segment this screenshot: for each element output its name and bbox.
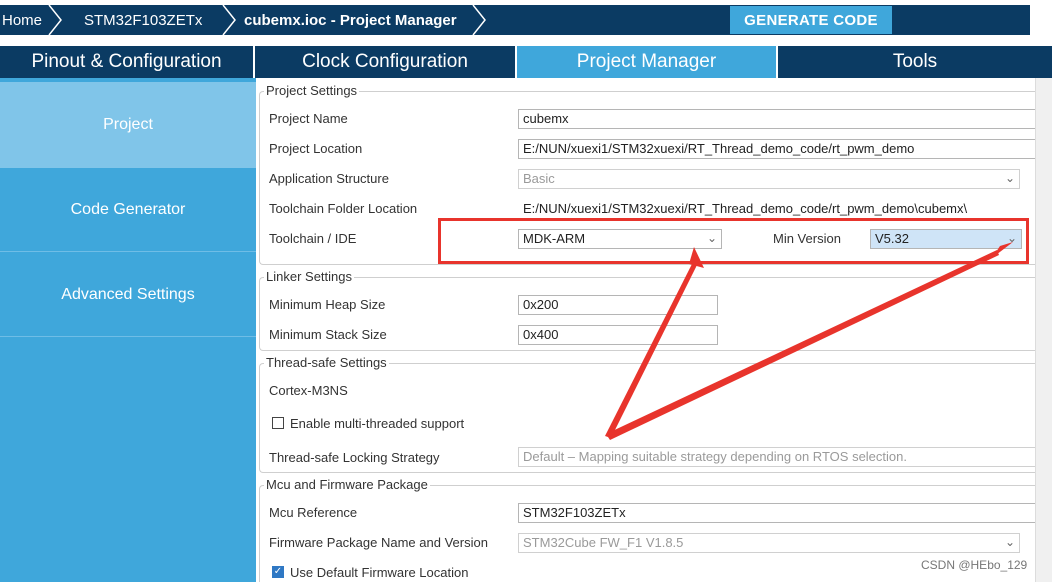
application-structure-select[interactable]: Basic ⌄ bbox=[518, 169, 1020, 189]
project-name-field[interactable]: cubemx bbox=[518, 109, 1048, 129]
sidebar-item-advanced-settings[interactable]: Advanced Settings bbox=[0, 253, 256, 337]
annotation-highlight-box bbox=[438, 218, 1029, 264]
toolchain-folder-value: E:/NUN/xuexi1/STM32xuexi/RT_Thread_demo_… bbox=[518, 199, 1048, 219]
vertical-scrollbar[interactable] bbox=[1035, 78, 1052, 582]
mcu-reference-field: STM32F103ZETx bbox=[518, 503, 1048, 523]
breadcrumb-home-label: Home bbox=[2, 11, 43, 29]
firmware-package-select[interactable]: STM32Cube FW_F1 V1.8.5 ⌄ bbox=[518, 533, 1020, 553]
core-label: Cortex-M3NS bbox=[269, 383, 348, 398]
breadcrumb-bar: Home STM32F103ZETx cubemx.ioc - Project … bbox=[0, 0, 1052, 38]
main-tabs: Pinout & Configuration Clock Configurati… bbox=[0, 46, 1052, 78]
application-structure-value: Basic bbox=[523, 171, 555, 186]
firmware-package-value: STM32Cube FW_F1 V1.8.5 bbox=[523, 535, 684, 550]
enable-multithread-checkbox[interactable] bbox=[272, 417, 284, 429]
breadcrumb-home[interactable]: Home bbox=[0, 5, 66, 35]
firmware-package-label: Firmware Package Name and Version bbox=[269, 535, 488, 550]
heap-size-field[interactable]: 0x200 bbox=[518, 295, 718, 315]
heap-size-label: Minimum Heap Size bbox=[269, 297, 386, 312]
stack-size-field[interactable]: 0x400 bbox=[518, 325, 718, 345]
group-title: Linker Settings bbox=[264, 269, 354, 284]
group-title: Thread-safe Settings bbox=[264, 355, 389, 370]
use-default-firmware-checkbox[interactable]: ✓ bbox=[272, 566, 284, 578]
sidebar: Project Code Generator Advanced Settings bbox=[0, 78, 256, 582]
tab-pinout-configuration[interactable]: Pinout & Configuration bbox=[0, 46, 255, 78]
locking-strategy-label: Thread-safe Locking Strategy bbox=[269, 450, 440, 465]
project-location-field[interactable]: E:/NUN/xuexi1/STM32xuexi/RT_Thread_demo_… bbox=[518, 139, 1048, 159]
chevron-right-icon bbox=[222, 5, 236, 35]
toolchain-ide-label: Toolchain / IDE bbox=[269, 231, 357, 246]
project-name-label: Project Name bbox=[269, 111, 348, 126]
breadcrumb-device[interactable]: STM32F103ZETx bbox=[66, 5, 240, 35]
tab-clock-configuration[interactable]: Clock Configuration bbox=[255, 46, 517, 78]
tab-tools[interactable]: Tools bbox=[778, 46, 1052, 78]
thread-safe-settings-group: Thread-safe Settings Cortex-M3NS Enable … bbox=[259, 355, 1048, 473]
sidebar-item-project[interactable]: Project bbox=[0, 82, 256, 168]
linker-settings-group: Linker Settings Minimum Heap Size 0x200 … bbox=[259, 269, 1039, 351]
sidebar-item-code-generator[interactable]: Code Generator bbox=[0, 168, 256, 252]
project-location-label: Project Location bbox=[269, 141, 363, 156]
group-title: Mcu and Firmware Package bbox=[264, 477, 430, 492]
chevron-right-icon bbox=[472, 5, 486, 35]
watermark: CSDN @HEbo_129 bbox=[921, 558, 1028, 572]
mcu-reference-label: Mcu Reference bbox=[269, 505, 358, 520]
chevron-down-icon: ⌄ bbox=[1004, 535, 1015, 549]
application-structure-label: Application Structure bbox=[269, 171, 389, 186]
toolchain-folder-label: Toolchain Folder Location bbox=[269, 201, 418, 216]
project-settings-panel: Project Settings Project Name cubemx Pro… bbox=[256, 78, 1052, 582]
breadcrumb-device-label: STM32F103ZETx bbox=[84, 11, 203, 29]
tab-project-manager[interactable]: Project Manager bbox=[517, 46, 778, 78]
chevron-down-icon: ⌄ bbox=[1004, 171, 1015, 185]
locking-strategy-select[interactable]: Default – Mapping suitable strategy depe… bbox=[518, 447, 1048, 467]
generate-code-button[interactable]: GENERATE CODE bbox=[730, 6, 892, 34]
group-title: Project Settings bbox=[264, 83, 360, 98]
stack-size-label: Minimum Stack Size bbox=[269, 327, 387, 342]
use-default-firmware-label: Use Default Firmware Location bbox=[290, 565, 469, 580]
breadcrumb-project-label: cubemx.ioc - Project Manager bbox=[244, 11, 457, 29]
enable-multithread-label: Enable multi-threaded support bbox=[290, 416, 465, 431]
chevron-right-icon bbox=[48, 5, 62, 35]
breadcrumb-project[interactable]: cubemx.ioc - Project Manager bbox=[240, 5, 490, 35]
